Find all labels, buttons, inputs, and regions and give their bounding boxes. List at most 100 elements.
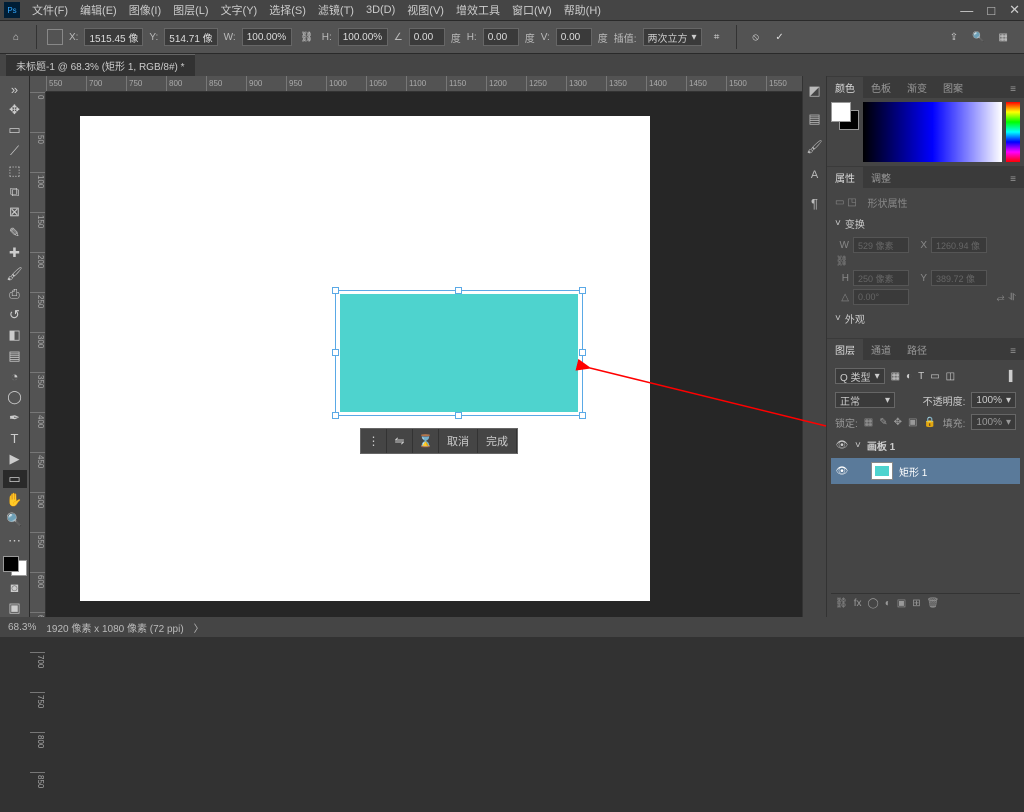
angle-field[interactable]: 0.00 bbox=[409, 28, 445, 46]
tab-gradient[interactable]: 渐变 bbox=[899, 77, 935, 98]
brush-tool[interactable]: 🖌 bbox=[3, 265, 27, 284]
handle-r[interactable] bbox=[579, 349, 586, 356]
warp-icon[interactable]: ⌗ bbox=[708, 28, 726, 46]
flip-v-icon[interactable]: ⥯ bbox=[1009, 292, 1016, 303]
gradient-tool[interactable]: ▤ bbox=[3, 347, 27, 366]
search-icon[interactable]: 🔍 bbox=[972, 32, 984, 43]
window-maximize[interactable]: □ bbox=[987, 3, 995, 18]
menu-filter[interactable]: 滤镜(T) bbox=[312, 2, 360, 18]
crop-tool[interactable]: ⧉ bbox=[3, 183, 27, 202]
lock-lock-icon[interactable]: 🔒 bbox=[923, 417, 935, 428]
menu-help[interactable]: 帮助(H) bbox=[558, 2, 607, 18]
w-field[interactable]: 100.00% bbox=[242, 28, 292, 46]
fg-bg-swatch[interactable] bbox=[831, 102, 859, 130]
visibility-icon[interactable]: 👁 bbox=[835, 440, 849, 451]
window-close[interactable]: ✕ bbox=[1009, 2, 1020, 18]
fill-field[interactable]: 100%▾ bbox=[971, 414, 1016, 430]
prop-x-field[interactable]: 1260.94 像 bbox=[931, 237, 987, 253]
vertical-ruler[interactable]: 0501001502002503003504004505005506006507… bbox=[30, 92, 46, 617]
prop-w-field[interactable]: 529 像素 bbox=[853, 237, 909, 253]
lock-all-icon[interactable]: ▦ bbox=[864, 417, 873, 428]
tab-pattern[interactable]: 图案 bbox=[935, 77, 971, 98]
cancel-button[interactable]: 取消 bbox=[439, 429, 478, 453]
tab-channels[interactable]: 通道 bbox=[863, 339, 899, 360]
share-icon[interactable]: ⇪ bbox=[950, 32, 958, 43]
menu-image[interactable]: 图像(I) bbox=[123, 2, 167, 18]
props-panel-menu-icon[interactable]: ≡ bbox=[1002, 171, 1024, 188]
skew-h-field[interactable]: 0.00 bbox=[483, 28, 519, 46]
prop-rot-field[interactable]: 0.00° bbox=[853, 289, 909, 305]
pen-tool[interactable]: ✒ bbox=[3, 408, 27, 427]
menu-select[interactable]: 选择(S) bbox=[263, 2, 312, 18]
link-layers-icon[interactable]: ⛓ bbox=[835, 598, 848, 609]
menu-window[interactable]: 窗口(W) bbox=[506, 2, 558, 18]
menu-edit[interactable]: 编辑(E) bbox=[74, 2, 123, 18]
opacity-field[interactable]: 100%▾ bbox=[971, 392, 1016, 408]
eraser-tool[interactable]: ◧ bbox=[3, 326, 27, 345]
handle-tl[interactable] bbox=[332, 287, 339, 294]
color-picker-body[interactable] bbox=[827, 98, 1024, 166]
horizontal-ruler[interactable]: 5507007508008509009501000105011001150120… bbox=[46, 76, 802, 92]
lock-pixels-icon[interactable]: ✎ bbox=[879, 417, 887, 428]
rectangle-tool[interactable]: ▭ bbox=[3, 470, 27, 489]
chevron-down-icon[interactable]: ˅ bbox=[835, 218, 841, 229]
type-tool[interactable]: T bbox=[3, 429, 27, 448]
home-icon[interactable]: ⌂ bbox=[6, 27, 26, 47]
window-minimize[interactable]: — bbox=[960, 3, 973, 18]
menu-plugins[interactable]: 增效工具 bbox=[450, 2, 506, 18]
tab-color[interactable]: 颜色 bbox=[827, 77, 863, 98]
commit-transform-icon[interactable]: ✓ bbox=[771, 28, 789, 46]
menu-type[interactable]: 文字(Y) bbox=[215, 2, 264, 18]
handle-b[interactable] bbox=[455, 412, 462, 419]
color-panel-menu-icon[interactable]: ≡ bbox=[1002, 81, 1024, 98]
color-swatches[interactable] bbox=[3, 556, 27, 576]
move-tool[interactable]: ✥ bbox=[3, 101, 27, 120]
link-icon[interactable]: ⛓ bbox=[835, 256, 849, 267]
tab-adjustments[interactable]: 调整 bbox=[863, 167, 899, 188]
grip-icon[interactable]: ⋮ bbox=[361, 429, 387, 453]
filter-type-icon[interactable]: T bbox=[918, 371, 924, 382]
x-field[interactable]: 1515.45 像 bbox=[84, 28, 143, 46]
interp-combo[interactable]: 两次立方▾ bbox=[643, 28, 702, 46]
flip-v-icon[interactable]: ⌛ bbox=[413, 429, 439, 453]
y-field[interactable]: 514.71 像 bbox=[164, 28, 217, 46]
filter-smart-icon[interactable]: ◫ bbox=[946, 371, 955, 382]
filter-shape-icon[interactable]: ▭ bbox=[930, 371, 939, 382]
layer-thumbnail[interactable] bbox=[871, 462, 893, 480]
document-tab[interactable]: 未标题-1 @ 68.3% (矩形 1, RGB/8#) * bbox=[6, 54, 195, 76]
quick-mask-icon[interactable]: ◙ bbox=[3, 578, 27, 597]
hand-tool[interactable]: ✋ bbox=[3, 490, 27, 509]
blur-tool[interactable]: ◔ bbox=[3, 367, 27, 386]
lock-artboard-icon[interactable]: ▣ bbox=[908, 417, 917, 428]
flip-h-icon[interactable]: ⇋ bbox=[387, 429, 413, 453]
chevron-down-icon[interactable]: ˅ bbox=[835, 313, 841, 324]
panel-icon-2[interactable]: ▤ bbox=[806, 110, 824, 128]
quick-select-tool[interactable]: ⬚ bbox=[3, 162, 27, 181]
char-panel-icon[interactable]: A bbox=[806, 166, 824, 184]
handle-l[interactable] bbox=[332, 349, 339, 356]
tab-properties[interactable]: 属性 bbox=[827, 167, 863, 188]
zoom-tool[interactable]: 🔍 bbox=[3, 511, 27, 530]
zoom-value[interactable]: 68.3% bbox=[8, 622, 36, 633]
cancel-transform-icon[interactable]: ⦸ bbox=[747, 28, 765, 46]
lock-position-icon[interactable]: ✥ bbox=[894, 417, 902, 428]
filter-image-icon[interactable]: ▦ bbox=[891, 371, 900, 382]
path-select-tool[interactable]: ▶ bbox=[3, 449, 27, 468]
edit-toolbar-icon[interactable]: ⋯ bbox=[3, 531, 27, 550]
double-arrow-icon[interactable]: » bbox=[3, 80, 27, 99]
layers-panel-menu-icon[interactable]: ≡ bbox=[1002, 343, 1024, 360]
handle-br[interactable] bbox=[579, 412, 586, 419]
tab-layers[interactable]: 图层 bbox=[827, 339, 863, 360]
doc-info[interactable]: 1920 像素 x 1080 像素 (72 ppi) bbox=[46, 620, 183, 635]
flip-h-icon[interactable]: ⥄ bbox=[997, 292, 1005, 303]
healing-tool[interactable]: ✚ bbox=[3, 244, 27, 263]
history-brush-tool[interactable]: ↺ bbox=[3, 306, 27, 325]
prop-h-field[interactable]: 250 像素 bbox=[853, 270, 909, 286]
handle-tr[interactable] bbox=[579, 287, 586, 294]
canvas-viewport[interactable]: 5507007508008509009501000105011001150120… bbox=[30, 76, 802, 617]
hue-slider[interactable] bbox=[1006, 102, 1020, 162]
chevron-down-icon[interactable]: ˅ bbox=[855, 440, 861, 451]
adjustment-layer-icon[interactable]: ◐ bbox=[885, 598, 891, 609]
commit-button[interactable]: 完成 bbox=[478, 429, 517, 453]
dodge-tool[interactable]: ◯ bbox=[3, 388, 27, 407]
